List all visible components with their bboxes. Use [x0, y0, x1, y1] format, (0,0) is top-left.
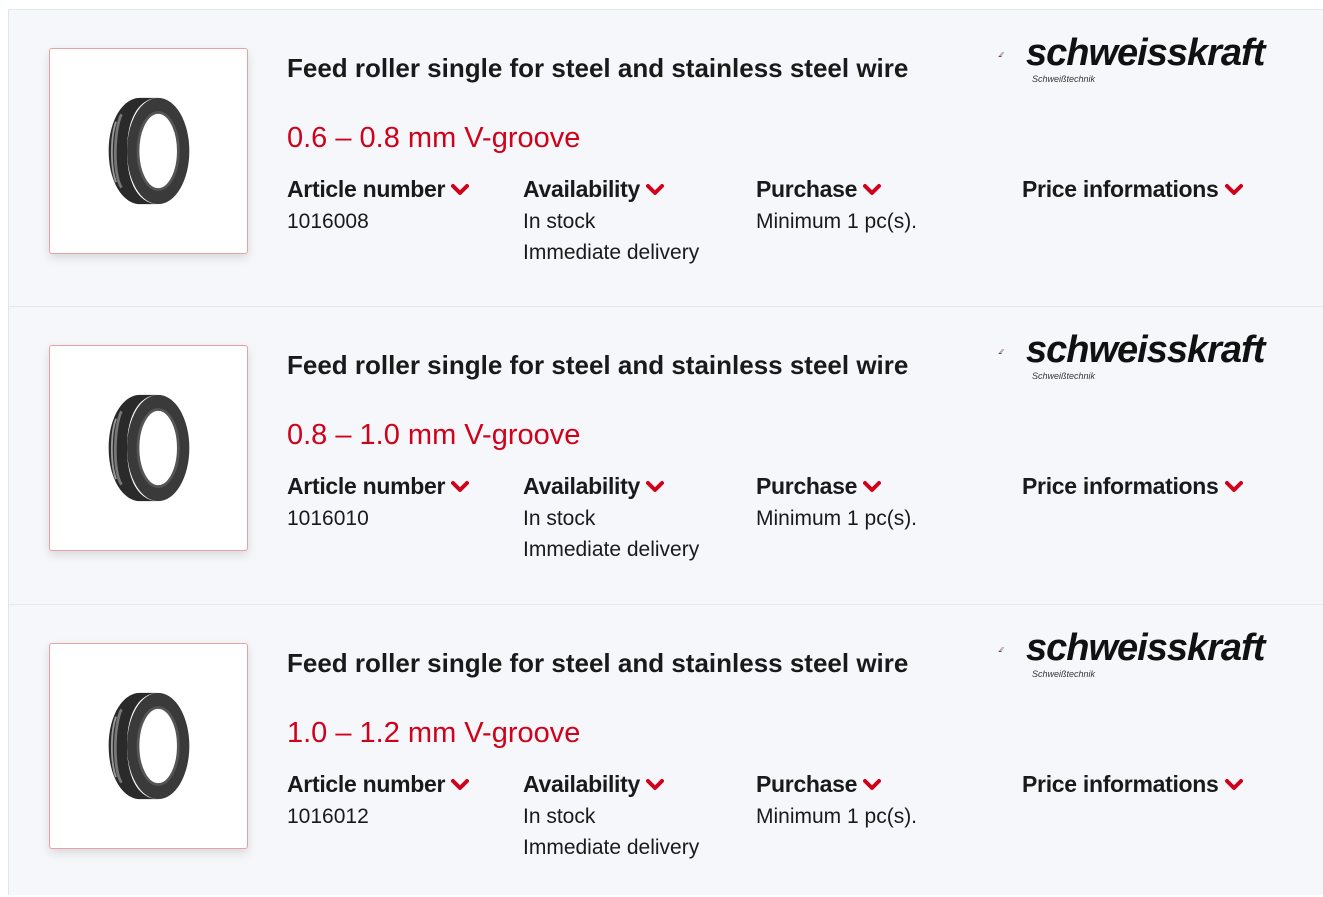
product-variant: 0.6 – 0.8 mm V-groove [287, 122, 581, 154]
brand-tagline: Schweißtechnik [1032, 669, 1096, 679]
feed-roller-image [94, 383, 204, 513]
feed-roller-image [94, 86, 204, 216]
article-number-column: Article number 1016008 [287, 176, 469, 237]
purchase-toggle[interactable]: Purchase [756, 176, 917, 203]
purchase-column: Purchase Minimum 1 pc(s). [756, 473, 917, 534]
chevron-down-icon [1225, 183, 1243, 197]
availability-label: Availability [523, 771, 640, 797]
purchase-column: Purchase Minimum 1 pc(s). [756, 771, 917, 832]
purchase-minimum: Minimum 1 pc(s). [756, 507, 918, 530]
chevron-down-icon [646, 480, 664, 494]
chevron-down-icon [451, 778, 469, 792]
brand-name: schweisskraft [1026, 329, 1265, 371]
availability-label: Availability [523, 473, 640, 499]
purchase-label: Purchase [756, 771, 858, 797]
product-variant: 1.0 – 1.2 mm V-groove [287, 717, 581, 749]
brand-tagline: Schweißtechnik [1032, 371, 1096, 381]
availability-delivery: Immediate delivery [523, 836, 700, 859]
purchase-toggle[interactable]: Purchase [756, 771, 917, 798]
brand-name: schweisskraft [1026, 627, 1265, 669]
availability-status: In stock [523, 507, 596, 530]
product-title[interactable]: Feed roller single for steel and stainle… [287, 52, 977, 84]
purchase-minimum: Minimum 1 pc(s). [756, 805, 918, 828]
price-info-toggle[interactable]: Price informations [1022, 473, 1243, 500]
product-card[interactable]: Feed roller single for steel and stainle… [8, 307, 1323, 605]
purchase-label: Purchase [756, 176, 858, 202]
brand-tagline: Schweißtechnik [1032, 74, 1096, 84]
price-info-column: Price informations [1022, 473, 1243, 500]
chevron-down-icon [863, 183, 881, 197]
article-number-label: Article number [287, 473, 446, 499]
price-info-toggle[interactable]: Price informations [1022, 771, 1243, 798]
chevron-down-icon [646, 778, 664, 792]
product-card[interactable]: Feed roller single for steel and stainle… [8, 9, 1323, 307]
feed-roller-image [94, 681, 204, 811]
availability-delivery: Immediate delivery [523, 538, 700, 561]
availability-toggle[interactable]: Availability [523, 176, 699, 203]
price-info-label: Price informations [1022, 473, 1219, 499]
chevron-down-icon [1225, 480, 1243, 494]
product-list: Feed roller single for steel and stainle… [8, 9, 1323, 895]
availability-column: Availability In stock Immediate delivery [523, 473, 699, 565]
price-info-label: Price informations [1022, 771, 1219, 797]
price-info-label: Price informations [1022, 176, 1219, 202]
article-number-value: 1016008 [287, 210, 369, 233]
availability-column: Availability In stock Immediate delivery [523, 176, 699, 268]
availability-status: In stock [523, 805, 596, 828]
purchase-minimum: Minimum 1 pc(s). [756, 210, 918, 233]
purchase-label: Purchase [756, 473, 858, 499]
chevron-down-icon [863, 778, 881, 792]
availability-status: In stock [523, 210, 596, 233]
brand-logo: schweisskraft Schweißtechnik [998, 329, 1298, 389]
brand-logo: schweisskraft Schweißtechnik [998, 32, 1298, 92]
article-number-column: Article number 1016012 [287, 771, 469, 832]
availability-label: Availability [523, 176, 640, 202]
availability-delivery: Immediate delivery [523, 241, 700, 264]
chevron-down-icon [646, 183, 664, 197]
product-variant: 0.8 – 1.0 mm V-groove [287, 419, 581, 451]
article-number-toggle[interactable]: Article number [287, 176, 469, 203]
article-number-column: Article number 1016010 [287, 473, 469, 534]
product-image[interactable] [49, 643, 248, 849]
purchase-toggle[interactable]: Purchase [756, 473, 917, 500]
price-info-column: Price informations [1022, 771, 1243, 798]
product-image[interactable] [49, 345, 248, 551]
chevron-down-icon [451, 480, 469, 494]
product-image[interactable] [49, 48, 248, 254]
article-number-value: 1016012 [287, 805, 369, 828]
article-number-toggle[interactable]: Article number [287, 771, 469, 798]
chevron-down-icon [1225, 778, 1243, 792]
price-info-toggle[interactable]: Price informations [1022, 176, 1243, 203]
article-number-label: Article number [287, 176, 446, 202]
product-card[interactable]: Feed roller single for steel and stainle… [8, 605, 1323, 895]
availability-toggle[interactable]: Availability [523, 473, 699, 500]
article-number-toggle[interactable]: Article number [287, 473, 469, 500]
availability-column: Availability In stock Immediate delivery [523, 771, 699, 863]
price-info-column: Price informations [1022, 176, 1243, 203]
availability-toggle[interactable]: Availability [523, 771, 699, 798]
purchase-column: Purchase Minimum 1 pc(s). [756, 176, 917, 237]
chevron-down-icon [451, 183, 469, 197]
product-title[interactable]: Feed roller single for steel and stainle… [287, 349, 977, 381]
brand-logo: schweisskraft Schweißtechnik [998, 627, 1298, 687]
chevron-down-icon [863, 480, 881, 494]
article-number-value: 1016010 [287, 507, 369, 530]
article-number-label: Article number [287, 771, 446, 797]
brand-name: schweisskraft [1026, 32, 1265, 74]
product-title[interactable]: Feed roller single for steel and stainle… [287, 647, 977, 679]
